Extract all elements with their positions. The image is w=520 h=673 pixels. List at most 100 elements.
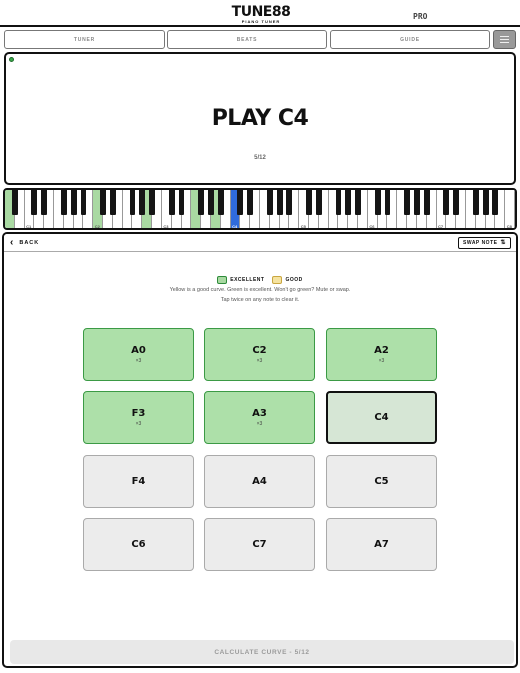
swap-note-button[interactable]: SWAP NOTE ⇅	[458, 237, 511, 249]
note-tile-c2[interactable]: C2 ×3	[204, 328, 315, 381]
note-tile-c6[interactable]: C6	[83, 518, 194, 571]
black-key[interactable]	[178, 190, 185, 215]
note-tile-f3[interactable]: F3 ×3	[83, 391, 194, 444]
legend: EXCELLENT GOOD	[4, 276, 516, 284]
note-name: A7	[374, 539, 389, 550]
black-key[interactable]	[11, 190, 18, 215]
legend-excellent: EXCELLENT	[217, 276, 264, 284]
prompt-panel: PLAY C4 5/12	[4, 52, 516, 185]
octave-label: C7	[438, 224, 444, 229]
note-tile-a3[interactable]: A3 ×3	[204, 391, 315, 444]
legend-good-label: GOOD	[285, 277, 303, 283]
octave-label: C6	[369, 224, 375, 229]
white-key-c8[interactable]	[505, 190, 515, 228]
octave-label: C4	[232, 224, 238, 229]
note-name: C2	[252, 345, 267, 356]
back-label: BACK	[19, 240, 40, 246]
black-key[interactable]	[423, 190, 430, 215]
note-tile-a2[interactable]: A2 ×3	[326, 328, 437, 381]
brand-logo: TUNE88 PIANO TUNER	[231, 4, 291, 24]
black-key[interactable]	[374, 190, 381, 215]
black-key[interactable]	[472, 190, 479, 215]
green-swatch-icon	[217, 276, 228, 284]
black-key[interactable]	[139, 190, 146, 215]
note-count: ×3	[378, 358, 385, 364]
black-key[interactable]	[453, 190, 460, 215]
note-name: C6	[131, 539, 146, 550]
swap-arrows-icon: ⇅	[500, 240, 506, 246]
black-key[interactable]	[80, 190, 87, 215]
note-name: C7	[252, 539, 267, 550]
black-key[interactable]	[109, 190, 116, 215]
note-tile-a7[interactable]: A7	[326, 518, 437, 571]
black-key[interactable]	[384, 190, 391, 215]
brand-name: TUNE88	[231, 4, 291, 20]
black-key[interactable]	[168, 190, 175, 215]
black-key[interactable]	[208, 190, 214, 215]
note-tile-a4[interactable]: A4	[204, 455, 315, 508]
piano-keyboard[interactable]: C1 C2 C3 C4 C5 C6 C7 C8	[3, 188, 517, 230]
note-count: ×3	[135, 358, 142, 364]
tab-tuner[interactable]: TUNER	[4, 30, 165, 49]
note-name: A4	[252, 476, 267, 487]
black-key[interactable]	[266, 190, 273, 215]
tab-beats[interactable]: BEATS	[167, 30, 327, 49]
hamburger-icon	[500, 36, 509, 37]
prompt-title: PLAY C4	[211, 106, 309, 131]
note-count: ×3	[256, 358, 263, 364]
black-key[interactable]	[237, 190, 244, 215]
black-key[interactable]	[315, 190, 322, 215]
prompt-progress: 5/12	[254, 155, 266, 161]
black-key[interactable]	[413, 190, 420, 215]
black-key[interactable]	[443, 190, 450, 215]
black-key[interactable]	[404, 190, 411, 215]
black-key[interactable]	[276, 190, 283, 215]
black-key[interactable]	[247, 190, 254, 215]
note-tile-c7[interactable]: C7	[204, 518, 315, 571]
black-key[interactable]	[60, 190, 67, 215]
black-key[interactable]	[355, 190, 361, 215]
octave-label: C1	[26, 224, 32, 229]
octave-label: C3	[163, 224, 169, 229]
black-key[interactable]	[345, 190, 352, 215]
note-name: A0	[131, 345, 146, 356]
black-key[interactable]	[70, 190, 77, 215]
tab-guide[interactable]: GUIDE	[330, 30, 490, 49]
black-key[interactable]	[198, 190, 205, 215]
black-key[interactable]	[306, 190, 312, 215]
app-header: TUNE88 PIANO TUNER PRO	[0, 0, 520, 27]
note-tile-f4[interactable]: F4	[83, 455, 194, 508]
black-key[interactable]	[31, 190, 38, 215]
chevron-left-icon: ‹	[10, 237, 14, 248]
note-name: F4	[131, 476, 146, 487]
note-name: C5	[374, 476, 389, 487]
black-key[interactable]	[41, 190, 48, 215]
note-count: ×3	[135, 421, 142, 427]
black-key[interactable]	[100, 190, 106, 215]
panel-toolbar: ‹ BACK SWAP NOTE ⇅	[4, 234, 516, 252]
calculate-curve-button[interactable]: CALCULATE CURVE - 5/12	[10, 640, 514, 664]
note-tile-c5[interactable]: C5	[326, 455, 437, 508]
black-key[interactable]	[492, 190, 499, 215]
octave-label: C5	[300, 224, 306, 229]
back-button[interactable]: ‹ BACK	[10, 238, 39, 248]
note-count: ×3	[256, 421, 263, 427]
black-key[interactable]	[335, 190, 342, 215]
black-key[interactable]	[129, 190, 136, 215]
note-selection-panel: ‹ BACK SWAP NOTE ⇅ EXCELLENT GOOD Yellow…	[2, 232, 518, 668]
black-key[interactable]	[482, 190, 489, 215]
note-name: F3	[131, 408, 146, 419]
black-key[interactable]	[149, 190, 156, 215]
menu-button[interactable]	[493, 30, 516, 49]
yellow-swatch-icon	[272, 276, 283, 284]
note-tile-c4[interactable]: C4	[326, 391, 437, 444]
legend-good: GOOD	[272, 276, 302, 284]
note-name: C4	[374, 412, 389, 423]
pro-badge[interactable]: PRO	[413, 12, 427, 21]
help-text-line1: Yellow is a good curve. Green is excelle…	[169, 287, 351, 293]
black-key[interactable]	[217, 190, 224, 215]
note-tile-a0[interactable]: A0 ×3	[83, 328, 194, 381]
black-key[interactable]	[286, 190, 293, 215]
status-dot-icon	[9, 57, 14, 62]
octave-label: C8	[506, 224, 512, 229]
